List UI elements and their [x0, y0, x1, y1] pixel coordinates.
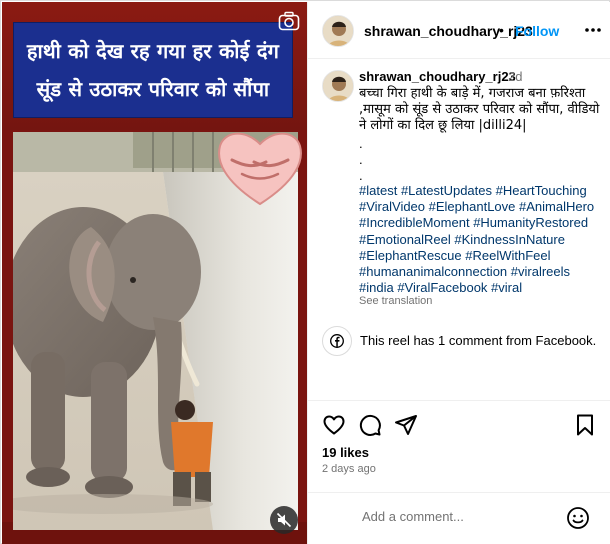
caption-dot: .	[359, 152, 363, 167]
hashtag-link[interactable]: #ReelWithFeel	[465, 248, 550, 263]
hashtag-link[interactable]: #viralreels	[511, 264, 570, 279]
post-side-panel: shrawan_choudhary_rj23 • Follow shrawan_…	[307, 2, 610, 544]
caption-avatar[interactable]	[322, 70, 354, 102]
hashtag-link[interactable]: #IncredibleMoment	[359, 215, 470, 230]
caption-dot: .	[359, 168, 363, 183]
hashtag-link[interactable]: #EmotionalReel	[359, 232, 451, 247]
hashtag-link[interactable]: #india	[359, 280, 394, 295]
hashtag-link[interactable]: #ElephantLove	[429, 199, 516, 214]
avatar-image	[323, 71, 353, 101]
share-icon[interactable]	[394, 413, 418, 437]
reel-media[interactable]: हाथी को देख रह गया हर कोई दंग सूंड से उठ…	[2, 2, 307, 544]
avatar[interactable]	[322, 15, 354, 47]
heart-hug-sticker	[218, 132, 302, 206]
hashtag-link[interactable]: #latest	[359, 183, 397, 198]
video-headline-banner: हाथी को देख रह गया हर कोई दंग सूंड से उठ…	[13, 22, 293, 118]
caption-text: बच्चा गिरा हाथी के बाड़े में, गजराज बना …	[359, 86, 600, 133]
post-header: shrawan_choudhary_rj23 • Follow	[308, 2, 610, 59]
hashtag-link[interactable]: #humananimalconnection	[359, 264, 507, 279]
hashtag-link[interactable]: #ViralFacebook	[397, 280, 487, 295]
hashtag-link[interactable]: #AnimalHero	[519, 199, 594, 214]
post-actions: 19 likes 2 days ago	[308, 400, 610, 490]
caption-dots: . . .	[359, 136, 363, 184]
comment-input[interactable]	[362, 509, 562, 524]
mute-toggle-button[interactable]	[270, 506, 298, 534]
comment-bar	[308, 492, 610, 544]
more-options-icon[interactable]	[583, 20, 603, 40]
hashtag-link[interactable]: #ViralVideo	[359, 199, 425, 214]
like-count[interactable]: 19 likes	[322, 445, 369, 460]
comment-icon[interactable]	[358, 413, 382, 437]
hashtag-link[interactable]: #KindnessInNature	[454, 232, 565, 247]
facebook-icon	[322, 326, 352, 356]
bookmark-icon[interactable]	[573, 413, 597, 437]
hashtag-link[interactable]: #HumanityRestored	[473, 215, 588, 230]
facebook-comment-note: This reel has 1 comment from Facebook.	[322, 326, 607, 356]
facebook-note-text: This reel has 1 comment from Facebook.	[360, 333, 597, 348]
camera-icon	[278, 11, 300, 31]
muted-speaker-icon	[276, 512, 292, 528]
caption-timestamp[interactable]: 2d	[508, 69, 522, 84]
see-translation-link[interactable]: See translation	[359, 295, 432, 307]
caption-dot: .	[359, 136, 363, 151]
hashtag-link[interactable]: #LatestUpdates	[401, 183, 492, 198]
follow-button[interactable]: Follow	[515, 23, 559, 39]
caption-username[interactable]: shrawan_choudhary_rj23	[359, 69, 516, 84]
emoji-icon[interactable]	[566, 506, 590, 530]
separator-dot: •	[499, 22, 504, 38]
post-author-username[interactable]: shrawan_choudhary_rj23	[364, 23, 533, 39]
post-dialog: हाथी को देख रह गया हर कोई दंग सूंड से उठ…	[0, 0, 610, 544]
hashtag-link[interactable]: #viral	[491, 280, 522, 295]
heart-icon[interactable]	[322, 413, 346, 437]
avatar-image	[323, 16, 353, 46]
hashtag-list: #latest #LatestUpdates #HeartTouching #V…	[359, 183, 609, 296]
headline-line-1: हाथी को देख रह गया हर कोई दंग	[26, 39, 280, 63]
hashtag-link[interactable]: #HeartTouching	[496, 183, 587, 198]
post-date[interactable]: 2 days ago	[322, 463, 376, 475]
caption-section: shrawan_choudhary_rj23 2d बच्चा गिरा हाथ…	[308, 60, 610, 400]
hashtag-link[interactable]: #ElephantRescue	[359, 248, 462, 263]
headline-line-2: सूंड से उठाकर परिवार को सौंपा	[36, 77, 270, 101]
